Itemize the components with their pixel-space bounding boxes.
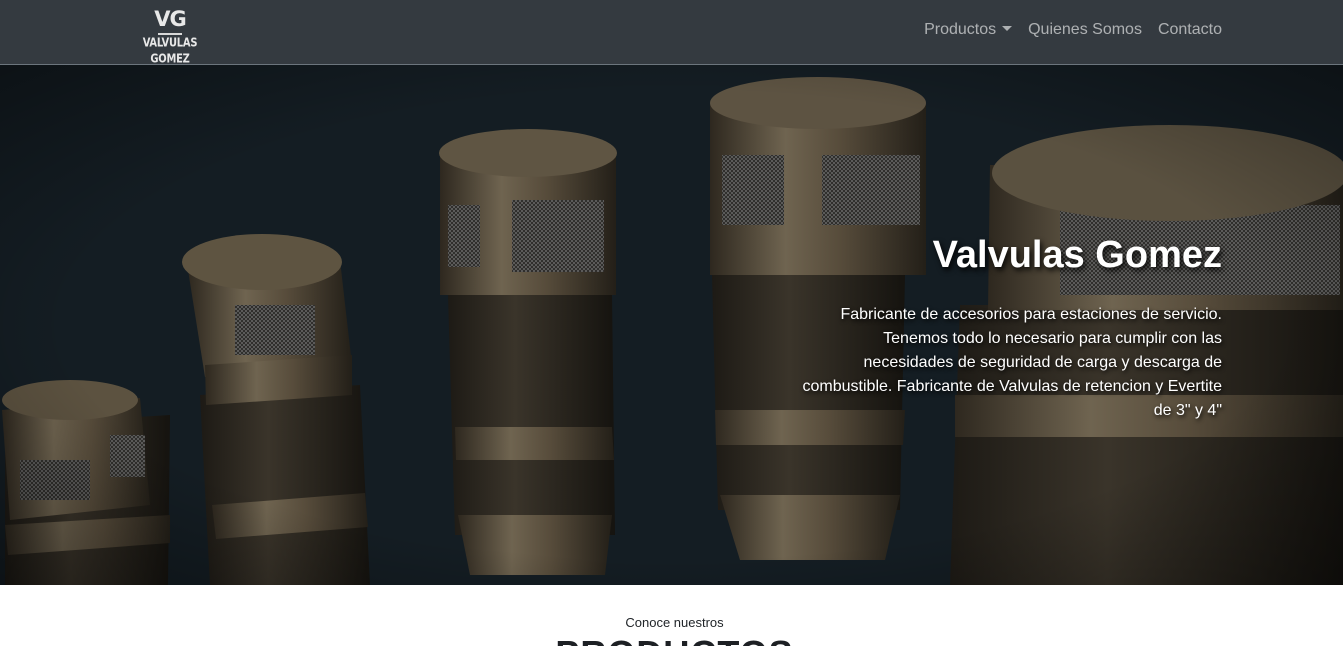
nav-quienes-somos[interactable]: Quienes Somos [1028, 18, 1142, 42]
products-subtitle: Conoce nuestros [625, 615, 724, 630]
nav-productos-dropdown[interactable]: Productos [924, 18, 1013, 42]
brand-logo[interactable]: VG VALVULAS GOMEZ [124, 6, 216, 66]
logo-monogram: VG [154, 7, 187, 31]
products-heading: PRODUCTOS [0, 634, 1343, 646]
nav-productos-label: Productos [924, 21, 997, 38]
navbar: VG VALVULAS GOMEZ Productos Quienes Somo… [0, 0, 1343, 66]
main-nav: Productos Quienes Somos Contacto [924, 18, 1222, 42]
hero-title: Valvulas Gomez [932, 234, 1222, 276]
logo-wordmark: VALVULAS GOMEZ [142, 34, 198, 66]
hero-description: Fabricante de accesorios para estaciones… [802, 306, 1222, 419]
products-intro: Conoce nuestros PRODUCTOS [0, 585, 1343, 646]
hero-caption: Valvulas Gomez Fabricante de accesorios … [792, 233, 1222, 423]
dropdown-caret-icon [1002, 26, 1013, 31]
nav-contacto[interactable]: Contacto [1158, 18, 1222, 42]
hero-banner: Valvulas Gomez Fabricante de accesorios … [0, 65, 1343, 585]
